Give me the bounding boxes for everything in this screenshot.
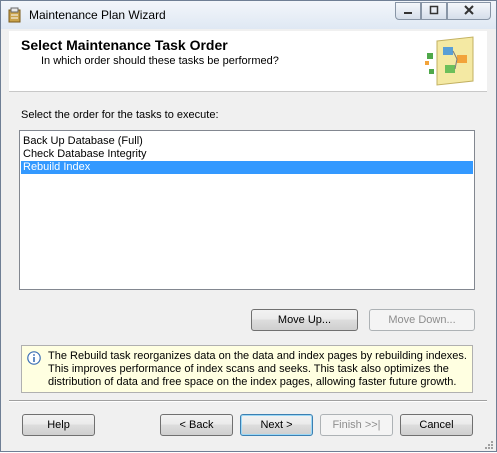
task-description-box: The Rebuild task reorganizes data on the… [21,345,473,393]
page-title: Select Maintenance Task Order [21,37,228,53]
window-title: Maintenance Plan Wizard [29,8,166,22]
move-down-button[interactable]: Move Down... [369,309,475,331]
move-up-button[interactable]: Move Up... [251,309,358,331]
page-subtitle: In which order should these tasks be per… [41,55,279,67]
maximize-button[interactable] [421,2,447,20]
back-button[interactable]: < Back [160,414,233,436]
cancel-button[interactable]: Cancel [400,414,473,436]
footer-separator [9,400,487,402]
minimize-icon [403,5,413,18]
maximize-icon [429,5,439,18]
list-item-task[interactable]: Back Up Database (Full) [21,135,473,148]
help-button[interactable]: Help [22,414,95,436]
list-item-task[interactable]: Check Database Integrity [21,148,473,161]
finish-button[interactable]: Finish >>| [320,414,393,436]
resize-grip-icon[interactable] [484,439,494,449]
wizard-window: Maintenance Plan Wizard Select Maintenan… [0,0,497,452]
minimize-button[interactable] [395,2,421,20]
close-button[interactable] [447,2,491,20]
instruction-label: Select the order for the tasks to execut… [21,109,219,121]
task-order-list[interactable]: Back Up Database (Full) Check Database I… [19,130,475,290]
close-icon [464,4,474,18]
wizard-banner-icon [423,35,479,87]
wizard-header: Select Maintenance Task Order In which o… [9,31,487,92]
title-bar[interactable]: Maintenance Plan Wizard [1,1,496,29]
info-icon [27,351,41,365]
wizard-app-icon [7,7,23,23]
list-item-task-selected[interactable]: Rebuild Index [21,161,473,174]
next-button[interactable]: Next > [240,414,313,436]
task-description-text: The Rebuild task reorganizes data on the… [48,350,467,388]
